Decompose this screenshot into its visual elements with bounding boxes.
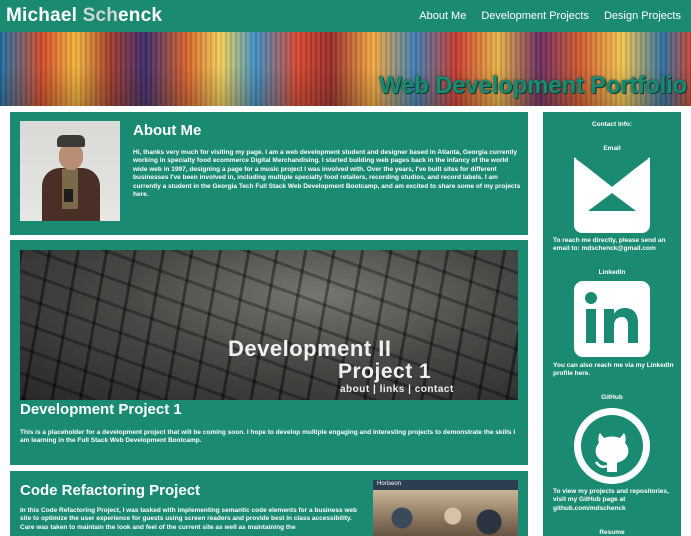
about-me-text: Hi, thanks very much for visiting my pag… xyxy=(133,149,521,199)
hero-banner: Web Development Portfolio xyxy=(0,32,691,106)
linkedin-label: LinkedIn xyxy=(598,269,626,276)
code-refactoring-image[interactable]: Horiseon xyxy=(373,480,518,536)
nav-link-development-projects[interactable]: Development Projects xyxy=(481,10,589,22)
code-refactoring-title: Code Refactoring Project xyxy=(20,482,201,499)
profile-photo xyxy=(20,121,120,221)
email-text: To reach me directly, please send an ema… xyxy=(553,237,666,253)
about-me-card: About Me Hi, thanks very much for visiti… xyxy=(10,112,528,235)
github-label: GitHub xyxy=(601,394,623,401)
image-site-header: Horiseon xyxy=(377,481,402,487)
brand-last: enck xyxy=(118,5,163,26)
code-refactoring-text: In this Code Refactoring Project, I was … xyxy=(20,507,358,531)
resume-label: Resume xyxy=(599,529,625,536)
nav-link-design-projects[interactable]: Design Projects xyxy=(604,10,681,22)
envelope-icon[interactable] xyxy=(574,157,650,233)
brand-mid: Sch xyxy=(82,5,119,26)
image-caption-line1: Development II xyxy=(228,336,392,361)
linkedin-icon[interactable] xyxy=(574,281,650,357)
development-project-title: Development Project 1 xyxy=(20,401,182,418)
development-project-image[interactable]: Development II Project 1 about | links |… xyxy=(20,250,518,400)
image-caption-line3: about | links | contact xyxy=(340,384,454,395)
top-navbar: Michael Schenck About Me Development Pro… xyxy=(0,0,691,32)
image-caption-line2: Project 1 xyxy=(338,360,432,383)
about-me-title: About Me xyxy=(133,122,202,139)
contact-sidebar: Contact Info: Email To reach me directly… xyxy=(543,112,681,536)
nav-links: About Me Development Projects Design Pro… xyxy=(419,10,681,22)
contact-heading: Contact Info: xyxy=(591,121,633,128)
linkedin-text: You can also reach me via my LinkedIn pr… xyxy=(553,362,674,378)
brand-first: Michael xyxy=(6,5,83,26)
github-icon[interactable] xyxy=(574,408,650,484)
email-label: Email xyxy=(603,145,621,152)
github-text: To view my projects and repositories, vi… xyxy=(553,488,669,512)
code-refactoring-card: Code Refactoring Project In this Code Re… xyxy=(10,471,528,536)
site-brand[interactable]: Michael Schenck xyxy=(6,5,162,27)
development-project-text: This is a placeholder for a development … xyxy=(20,429,516,445)
nav-link-about-me[interactable]: About Me xyxy=(419,10,466,22)
development-project-card: Development II Project 1 about | links |… xyxy=(10,240,528,465)
hero-title: Web Development Portfolio xyxy=(379,72,687,99)
